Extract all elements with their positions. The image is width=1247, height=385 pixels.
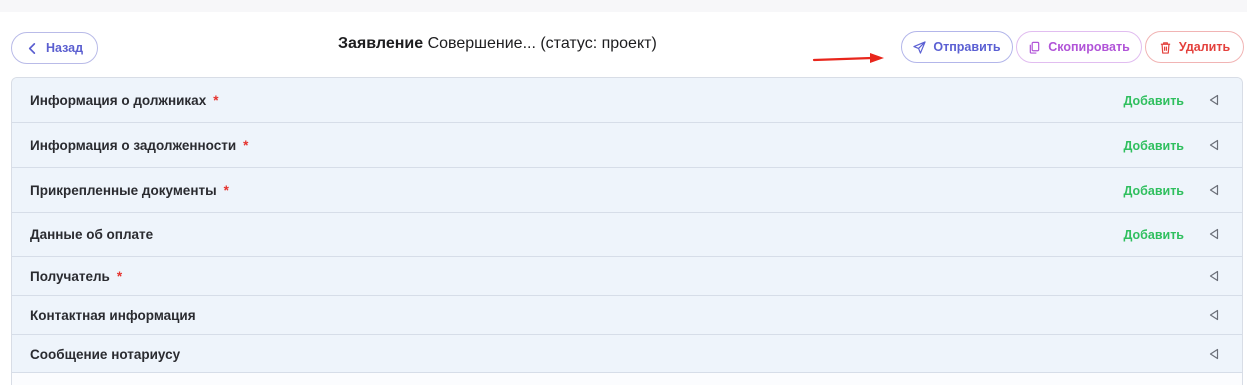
section-label-text: Контактная информация <box>30 308 196 323</box>
section-label: Информация о должниках * <box>30 93 218 108</box>
section-label-text: Информация о задолженности <box>30 138 237 153</box>
section-label-text: Получатель <box>30 269 110 284</box>
send-button-label: Отправить <box>933 40 1001 54</box>
expand-caret-icon[interactable] <box>1208 348 1220 360</box>
sections-accordion: Информация о должниках * Добавить Информа… <box>11 77 1243 385</box>
accordion-bottom <box>12 373 1242 385</box>
required-marker: * <box>213 93 219 108</box>
add-button[interactable]: Добавить <box>1123 94 1184 108</box>
section-label-text: Информация о должниках <box>30 93 207 108</box>
page-title-detail: Совершение... (статус: проект) <box>423 35 657 52</box>
section-recipient[interactable]: Получатель * <box>12 257 1242 296</box>
delete-button-label: Удалить <box>1178 40 1231 54</box>
add-button[interactable]: Добавить <box>1123 228 1184 242</box>
section-label: Получатель * <box>30 269 122 284</box>
add-button[interactable]: Добавить <box>1123 184 1184 198</box>
section-payment[interactable]: Данные об оплате Добавить <box>12 213 1242 257</box>
expand-caret-icon[interactable] <box>1208 309 1220 321</box>
paper-plane-icon <box>913 40 927 54</box>
section-label: Прикрепленные документы * <box>30 183 229 198</box>
required-marker: * <box>223 183 229 198</box>
expand-caret-icon[interactable] <box>1208 94 1220 106</box>
page-title: Заявление Совершение... (статус: проект) <box>338 35 657 53</box>
add-button[interactable]: Добавить <box>1123 139 1184 153</box>
chevron-left-icon <box>28 42 36 54</box>
required-marker: * <box>116 269 123 284</box>
top-strip <box>0 0 1247 12</box>
section-debt[interactable]: Информация о задолженности * Добавить <box>12 123 1242 168</box>
copy-button[interactable]: Скопировать <box>1016 31 1142 63</box>
section-label: Контактная информация <box>30 308 203 323</box>
expand-caret-icon[interactable] <box>1208 139 1220 151</box>
section-label: Информация о задолженности * <box>30 138 248 153</box>
expand-caret-icon[interactable] <box>1208 270 1220 282</box>
send-button[interactable]: Отправить <box>901 31 1013 63</box>
section-label: Данные об оплате <box>30 227 160 242</box>
back-button-label: Назад <box>45 41 84 55</box>
trash-icon <box>1160 41 1170 54</box>
section-debtors[interactable]: Информация о должниках * Добавить <box>12 78 1242 123</box>
back-button[interactable]: Назад <box>11 32 98 64</box>
section-contacts[interactable]: Контактная информация <box>12 296 1242 335</box>
copy-icon <box>1029 41 1040 54</box>
section-notary-message[interactable]: Сообщение нотариусу <box>12 335 1242 373</box>
page-title-type: Заявление <box>338 35 424 52</box>
section-label-text: Прикрепленные документы <box>30 183 217 198</box>
annotation-arrow-icon <box>812 53 884 63</box>
delete-button[interactable]: Удалить <box>1145 31 1244 63</box>
section-label: Сообщение нотариусу <box>30 347 187 362</box>
section-documents[interactable]: Прикрепленные документы * Добавить <box>12 168 1242 213</box>
section-label-text: Данные об оплате <box>30 227 154 242</box>
page-header: Назад Заявление Совершение... (статус: п… <box>0 12 1247 78</box>
required-marker: * <box>243 138 249 153</box>
section-label-text: Сообщение нотариусу <box>30 347 181 362</box>
copy-button-label: Скопировать <box>1048 40 1130 54</box>
expand-caret-icon[interactable] <box>1208 228 1220 240</box>
expand-caret-icon[interactable] <box>1208 184 1220 196</box>
